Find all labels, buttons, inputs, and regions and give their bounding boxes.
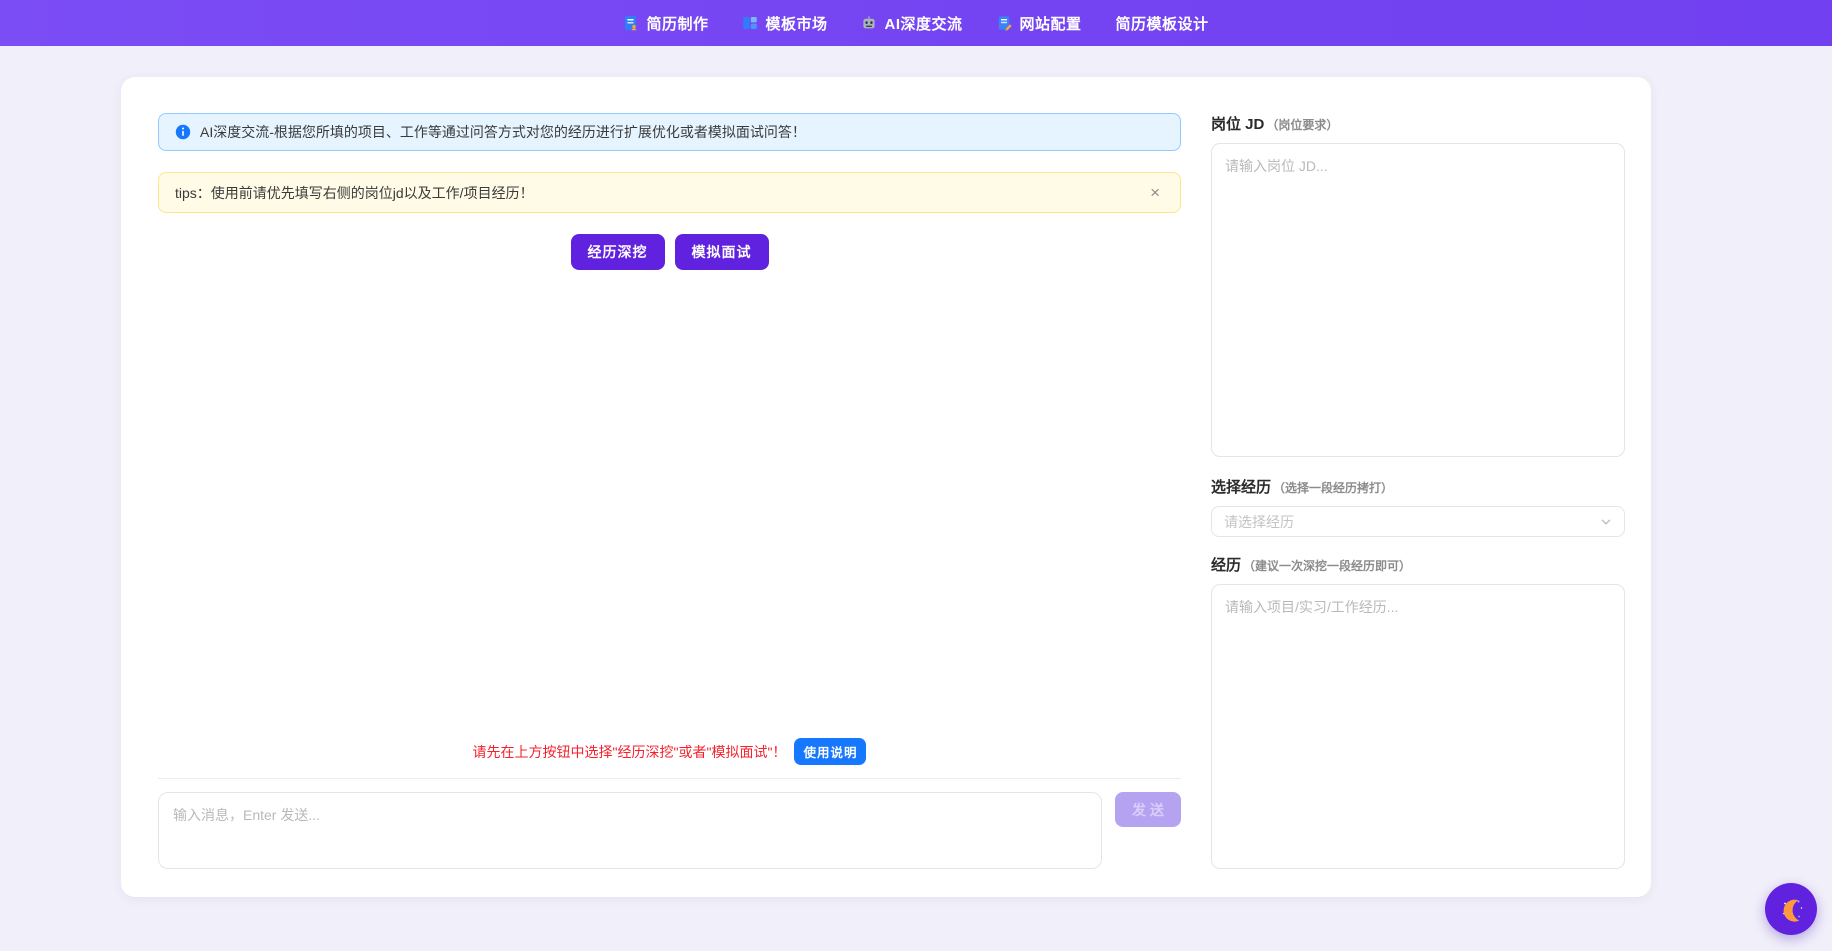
experience-input[interactable] bbox=[1211, 584, 1625, 869]
chat-empty-area bbox=[158, 270, 1181, 738]
input-divider bbox=[158, 778, 1181, 779]
info-icon bbox=[175, 124, 191, 140]
nav-item-label: 模板市场 bbox=[765, 13, 827, 34]
jd-subtitle: （岗位要求） bbox=[1266, 116, 1338, 133]
exp-subtitle: （建议一次深挖一段经历即可） bbox=[1243, 557, 1411, 574]
experience-select-placeholder: 请选择经历 bbox=[1224, 512, 1294, 532]
chat-panel: AI深度交流-根据您所填的项目、工作等通过问答方式对您的经历进行扩展优化或者模拟… bbox=[158, 113, 1181, 869]
resume-icon bbox=[623, 15, 639, 31]
exp-label: 经历 （建议一次深挖一段经历即可） bbox=[1211, 554, 1625, 575]
mock-interview-button[interactable]: 模拟面试 bbox=[675, 234, 769, 270]
chat-hint-text: 请先在上方按钮中选择"经历深挖"或者"模拟面试"！ bbox=[473, 742, 787, 762]
nav-item-ai-chat[interactable]: AI深度交流 bbox=[861, 13, 962, 34]
usage-guide-button[interactable]: 使用说明 bbox=[794, 738, 866, 765]
chat-hint-row: 请先在上方按钮中选择"经历深挖"或者"模拟面试"！ 使用说明 bbox=[158, 738, 1181, 765]
select-exp-label: 选择经历 （选择一段经历拷打） bbox=[1211, 476, 1625, 497]
message-input[interactable] bbox=[158, 792, 1102, 869]
nav-item-resume-builder[interactable]: 简历制作 bbox=[623, 13, 708, 34]
select-exp-subtitle: （选择一段经历拷打） bbox=[1273, 479, 1393, 496]
tips-alert-text: tips：使用前请优先填写右侧的岗位jd以及工作/项目经历！ bbox=[175, 183, 534, 203]
nav-item-template-design[interactable]: 简历模板设计 bbox=[1116, 13, 1209, 34]
message-input-row: 发 送 bbox=[158, 792, 1181, 869]
nav-item-template-market[interactable]: 模板市场 bbox=[742, 13, 827, 34]
select-exp-title: 选择经历 bbox=[1211, 476, 1271, 497]
moon-icon bbox=[1778, 896, 1805, 923]
experience-select[interactable]: 请选择经历 bbox=[1211, 506, 1625, 537]
main-card: AI深度交流-根据您所填的项目、工作等通过问答方式对您的经历进行扩展优化或者模拟… bbox=[121, 77, 1651, 897]
top-navbar: 简历制作 模板市场 AI深度交流 网站配置 简历模板设计 bbox=[0, 0, 1832, 46]
job-settings-panel: 岗位 JD （岗位要求） 选择经历 （选择一段经历拷打） 请选择经历 经历 （建… bbox=[1211, 113, 1625, 869]
nav-item-label: 网站配置 bbox=[1020, 13, 1082, 34]
send-button[interactable]: 发 送 bbox=[1115, 792, 1181, 827]
deep-dig-button[interactable]: 经历深挖 bbox=[571, 234, 665, 270]
chevron-down-icon bbox=[1600, 516, 1612, 528]
tips-alert: tips：使用前请优先填写右侧的岗位jd以及工作/项目经历！ × bbox=[158, 172, 1181, 213]
exp-title: 经历 bbox=[1211, 554, 1241, 575]
mode-buttons: 经历深挖 模拟面试 bbox=[158, 234, 1181, 270]
site-config-icon bbox=[997, 15, 1013, 31]
jd-label: 岗位 JD （岗位要求） bbox=[1211, 113, 1625, 134]
info-alert: AI深度交流-根据您所填的项目、工作等通过问答方式对您的经历进行扩展优化或者模拟… bbox=[158, 113, 1181, 151]
template-icon bbox=[742, 15, 758, 31]
jd-input[interactable] bbox=[1211, 143, 1625, 457]
info-alert-text: AI深度交流-根据您所填的项目、工作等通过问答方式对您的经历进行扩展优化或者模拟… bbox=[200, 122, 806, 142]
nav-item-site-config[interactable]: 网站配置 bbox=[997, 13, 1082, 34]
dark-mode-toggle-button[interactable] bbox=[1765, 883, 1817, 935]
close-icon[interactable]: × bbox=[1146, 182, 1164, 203]
nav-item-label: 简历模板设计 bbox=[1116, 13, 1209, 34]
robot-icon bbox=[861, 15, 877, 31]
jd-title: 岗位 JD bbox=[1211, 113, 1264, 134]
nav-item-label: 简历制作 bbox=[646, 13, 708, 34]
nav-item-label: AI深度交流 bbox=[884, 13, 962, 34]
